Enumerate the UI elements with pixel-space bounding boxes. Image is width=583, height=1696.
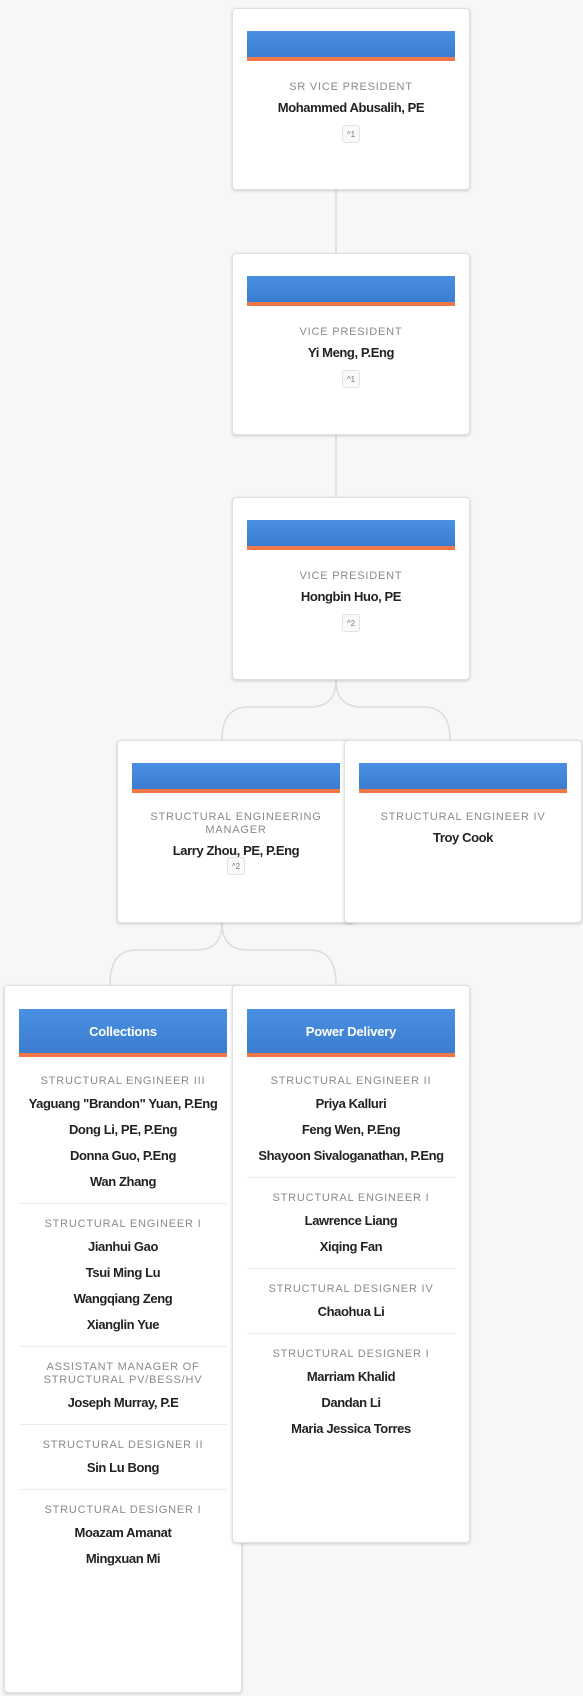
member-name[interactable]: Chaohua Li — [247, 1304, 455, 1320]
expand-count-button[interactable]: ^2 — [227, 857, 245, 875]
role-title: STRUCTURAL ENGINEER II — [270, 1075, 432, 1087]
role-title: STRUCTURAL ENGINEER I — [44, 1218, 202, 1230]
job-title: VICE PRESIDENT — [299, 570, 403, 582]
member-name[interactable]: Joseph Murray, P.E — [19, 1395, 227, 1411]
member-name[interactable]: Priya Kalluri — [247, 1096, 455, 1112]
member-name[interactable]: Sin Lu Bong — [19, 1460, 227, 1476]
member-name[interactable]: Yaguang "Brandon" Yuan, P.Eng — [19, 1096, 227, 1112]
role-section: STRUCTURAL DESIGNER II Sin Lu Bong — [19, 1425, 227, 1490]
job-title: STRUCTURAL ENGINEERING MANAGER — [150, 811, 322, 836]
member-name[interactable]: Lawrence Liang — [247, 1213, 455, 1229]
role-section: STRUCTURAL DESIGNER I Marriam Khalid Danda… — [247, 1334, 455, 1450]
role-title: STRUCTURAL DESIGNER II — [42, 1439, 204, 1451]
role-section: STRUCTURAL ENGINEER I Jianhui Gao Tsui Min… — [19, 1204, 227, 1347]
role-section: STRUCTURAL DESIGNER IV Chaohua Li — [247, 1269, 455, 1334]
person-name: Hongbin Huo, PE — [300, 589, 402, 604]
card-header-bar — [247, 520, 455, 550]
org-card-troy-cook[interactable]: STRUCTURAL ENGINEER IV Troy Cook — [344, 740, 582, 923]
role-section: ASSISTANT MANAGER OF STRUCTURAL PV/BESS/… — [19, 1347, 227, 1425]
member-name[interactable]: Dong Li, PE, P.Eng — [19, 1122, 227, 1138]
org-card-vp-hongbin-huo[interactable]: VICE PRESIDENT Hongbin Huo, PE ^2 — [232, 497, 470, 680]
person-name: Yi Meng, P.Eng — [307, 345, 395, 360]
member-name[interactable]: Shayoon Sivaloganathan, P.Eng — [247, 1148, 455, 1164]
person-name: Troy Cook — [433, 830, 493, 845]
member-name[interactable]: Donna Guo, P.Eng — [19, 1148, 227, 1164]
member-name[interactable]: Marriam Khalid — [247, 1369, 455, 1385]
org-card-larry-zhou[interactable]: STRUCTURAL ENGINEERING MANAGER Larry Zho… — [117, 740, 355, 923]
person-name: Mohammed Abusalih, PE — [277, 100, 425, 115]
member-name[interactable]: Feng Wen, P.Eng — [247, 1122, 455, 1138]
member-name[interactable]: Jianhui Gao — [19, 1239, 227, 1255]
member-name[interactable]: Wangqiang Zeng — [19, 1291, 227, 1307]
group-header-collections: Collections — [19, 1009, 227, 1057]
member-name[interactable]: Xiqing Fan — [247, 1239, 455, 1255]
job-title: VICE PRESIDENT — [299, 326, 403, 338]
member-name[interactable]: Xianglin Yue — [19, 1317, 227, 1333]
member-name[interactable]: Mingxuan Mi — [19, 1551, 227, 1567]
group-card-collections: Collections STRUCTURAL ENGINEER III Yagua… — [4, 985, 242, 1693]
role-section: STRUCTURAL ENGINEER II Priya Kalluri Feng … — [247, 1061, 455, 1178]
expand-count-button[interactable]: ^1 — [342, 370, 360, 388]
card-header-bar — [247, 31, 455, 61]
role-title: STRUCTURAL DESIGNER I — [272, 1348, 430, 1360]
org-card-vp-yi-meng[interactable]: VICE PRESIDENT Yi Meng, P.Eng ^1 — [232, 253, 470, 435]
group-card-power-delivery: Power Delivery STRUCTURAL ENGINEER II Pri… — [232, 985, 470, 1543]
job-title: STRUCTURAL ENGINEER IV — [380, 811, 546, 823]
member-name[interactable]: Moazam Amanat — [19, 1525, 227, 1541]
card-header-bar — [132, 763, 340, 793]
role-title: ASSISTANT MANAGER OF STRUCTURAL PV/BESS/… — [43, 1361, 203, 1386]
role-title: STRUCTURAL DESIGNER IV — [268, 1283, 434, 1295]
job-title: SR VICE PRESIDENT — [289, 81, 413, 93]
expand-count-button[interactable]: ^2 — [342, 614, 360, 632]
member-name[interactable]: Tsui Ming Lu — [19, 1265, 227, 1281]
expand-count-button[interactable]: ^1 — [342, 125, 360, 143]
card-header-bar — [359, 763, 567, 793]
member-name[interactable]: Wan Zhang — [19, 1174, 227, 1190]
card-header-bar — [247, 276, 455, 306]
role-title: STRUCTURAL DESIGNER I — [44, 1504, 202, 1516]
role-title: STRUCTURAL ENGINEER III — [40, 1075, 206, 1087]
role-section: STRUCTURAL ENGINEER III Yaguang "Brandon"… — [19, 1061, 227, 1204]
role-section: STRUCTURAL ENGINEER I Lawrence Liang Xiqin… — [247, 1178, 455, 1269]
role-section: STRUCTURAL DESIGNER I Moazam Amanat Mingxu… — [19, 1490, 227, 1580]
person-name: Larry Zhou, PE, P.Eng — [172, 843, 300, 858]
group-header-power-delivery: Power Delivery — [247, 1009, 455, 1057]
role-title: STRUCTURAL ENGINEER I — [272, 1192, 430, 1204]
member-name[interactable]: Dandan Li — [247, 1395, 455, 1411]
org-card-svp[interactable]: SR VICE PRESIDENT Mohammed Abusalih, PE … — [232, 8, 470, 190]
member-name[interactable]: Maria Jessica Torres — [247, 1421, 455, 1437]
